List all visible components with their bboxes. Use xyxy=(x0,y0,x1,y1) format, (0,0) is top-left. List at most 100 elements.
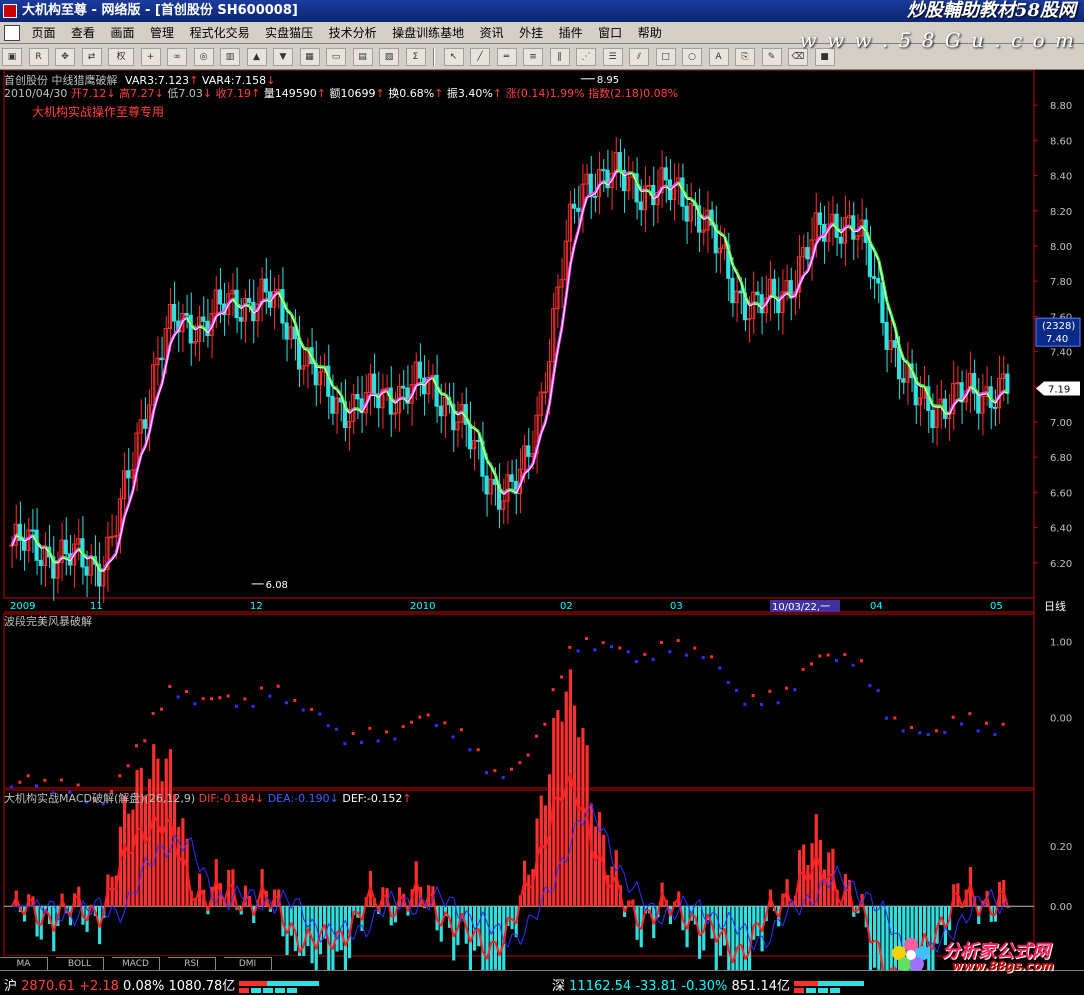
grid-icon[interactable]: ▦ xyxy=(299,48,320,66)
circle-icon[interactable]: ◎ xyxy=(193,48,214,66)
menu-screen[interactable]: 画面 xyxy=(105,22,141,44)
panel3-tick-label: 0.20 xyxy=(1050,842,1072,853)
chart-area[interactable]: 8.808.608.408.208.007.807.607.407.207.00… xyxy=(0,70,1084,970)
macd-dea-segment xyxy=(95,897,100,902)
storm-dot xyxy=(801,667,805,671)
chart-canvas[interactable]: 8.808.608.408.208.007.807.607.407.207.00… xyxy=(0,70,1084,970)
macd-dea-segment xyxy=(657,920,663,925)
cursor-icon[interactable]: ↖ xyxy=(443,48,464,66)
candle-body xyxy=(172,303,177,322)
cursor-price-label: 7.40 xyxy=(1046,334,1068,345)
menu-program-trade[interactable]: 程式化交易 xyxy=(184,22,256,44)
menu-manage[interactable]: 管理 xyxy=(144,22,180,44)
menu-plugins[interactable]: 插件 xyxy=(553,22,589,44)
sum-icon[interactable]: Σ xyxy=(405,48,426,66)
fan-tool-icon[interactable]: ⋰ xyxy=(576,48,596,66)
storm-dot xyxy=(468,748,472,752)
candle-body xyxy=(542,391,547,394)
tab-boll[interactable]: BOLL xyxy=(56,957,104,971)
macd-dea-segment xyxy=(619,864,626,876)
macd-dif-segment xyxy=(111,887,117,891)
line-tool-icon[interactable]: ╱ xyxy=(470,48,490,66)
channel-tool-icon[interactable]: ≡ xyxy=(523,48,543,66)
menu-technical-analysis[interactable]: 技术分析 xyxy=(323,22,383,44)
split-icon[interactable]: ▧ xyxy=(379,48,399,66)
menu-live-pressure[interactable]: 实盘猫压 xyxy=(259,22,319,44)
candle-body xyxy=(438,405,443,417)
sz-pct: -0.30% xyxy=(681,979,728,994)
candle-body xyxy=(617,152,622,171)
macd-dea-segment xyxy=(194,857,201,872)
tab-dmi[interactable]: DMI xyxy=(224,957,272,971)
parallel-tool-icon[interactable]: ⫽ xyxy=(629,48,649,66)
storm-dot xyxy=(285,701,288,705)
ma-line-segment xyxy=(99,570,104,572)
storm-dot xyxy=(560,675,563,679)
date-axis-label: 2010 xyxy=(410,601,435,612)
vline-tool-icon[interactable]: ‖ xyxy=(549,48,570,66)
menu-training-base[interactable]: 操盘训练基地 xyxy=(386,22,470,44)
macd-dea-segment xyxy=(361,925,367,938)
date-axis-label: 04 xyxy=(870,601,883,612)
ma-band-segment xyxy=(173,328,180,336)
menu-help[interactable]: 帮助 xyxy=(632,22,668,44)
low-label: 6.08 xyxy=(266,580,288,591)
storm-dot xyxy=(335,727,338,731)
price-tick-label: 7.00 xyxy=(1050,418,1072,429)
storm-dot xyxy=(510,767,513,771)
storm-dot xyxy=(643,652,647,656)
candle-body xyxy=(872,276,877,279)
storm-dot xyxy=(151,711,155,715)
storm-dot xyxy=(793,688,797,692)
fib-tool-icon[interactable]: ☰ xyxy=(602,48,623,66)
storm-dot xyxy=(751,694,755,698)
bar-chart-icon[interactable]: ▥ xyxy=(220,48,240,66)
candle-body xyxy=(167,303,172,330)
system-menu-icon[interactable] xyxy=(4,25,20,41)
storm-dot xyxy=(701,656,705,660)
menu-info[interactable]: 资讯 xyxy=(474,22,510,44)
tab-macd[interactable]: MACD xyxy=(112,957,160,971)
filter-icon[interactable]: ▼ xyxy=(273,48,293,66)
swap-icon[interactable]: ⇄ xyxy=(81,48,102,66)
text-tool-icon[interactable]: A xyxy=(708,48,729,66)
macd-dea-segment xyxy=(436,886,442,898)
rights-select[interactable]: 权 xyxy=(108,48,134,66)
shenzhen-index[interactable]: 深 11162.54 -33.81 -0.30% 851.14亿 xyxy=(552,975,865,994)
tab-rsi[interactable]: RSI xyxy=(168,957,216,971)
candle-body xyxy=(901,378,906,383)
candle-body xyxy=(130,469,135,479)
layout-icon[interactable]: ▤ xyxy=(352,48,373,66)
ellipse-tool-icon[interactable]: ○ xyxy=(682,48,702,66)
storm-dot xyxy=(785,686,788,690)
glasses-icon[interactable]: ∞ xyxy=(167,48,187,66)
tab-ma[interactable]: MA xyxy=(0,957,48,971)
macd-dea-segment xyxy=(49,900,54,903)
price-tick-label: 8.60 xyxy=(1050,136,1072,147)
zoom-in-icon[interactable]: + xyxy=(140,48,161,66)
rsi-icon[interactable]: R xyxy=(28,48,49,66)
rect-tool-icon[interactable]: □ xyxy=(655,48,676,66)
hline-tool-icon[interactable]: ═ xyxy=(496,48,517,66)
move-icon[interactable]: ✥ xyxy=(55,48,75,66)
copy-icon[interactable]: ⎘ xyxy=(735,48,755,66)
menu-page[interactable]: 页面 xyxy=(26,22,62,44)
macd-dea-segment xyxy=(524,914,530,935)
macd-dea-segment xyxy=(661,909,667,925)
open-folder-icon[interactable]: ▣ xyxy=(2,48,22,66)
edit-icon[interactable]: ✎ xyxy=(761,48,782,66)
cursor-count-label: (2328) xyxy=(1042,321,1075,332)
sh-change: +2.18 xyxy=(79,979,119,994)
macd-dea-segment xyxy=(769,920,776,942)
screen-icon[interactable]: ▭ xyxy=(326,48,346,66)
macd-dea-segment xyxy=(190,837,196,858)
shanghai-index[interactable]: 沪 2870.61 +2.18 0.08% 1080.78亿 xyxy=(4,975,320,994)
macd-dea-segment xyxy=(378,910,384,918)
storm-dot xyxy=(268,694,272,698)
menu-plugin-ext[interactable]: 外挂 xyxy=(513,22,549,44)
ma-line-segment xyxy=(932,406,938,408)
candle-body xyxy=(42,546,47,567)
menu-view[interactable]: 查看 xyxy=(65,22,101,44)
menu-window[interactable]: 窗口 xyxy=(592,22,628,44)
alert-icon[interactable]: ▲ xyxy=(246,48,267,66)
